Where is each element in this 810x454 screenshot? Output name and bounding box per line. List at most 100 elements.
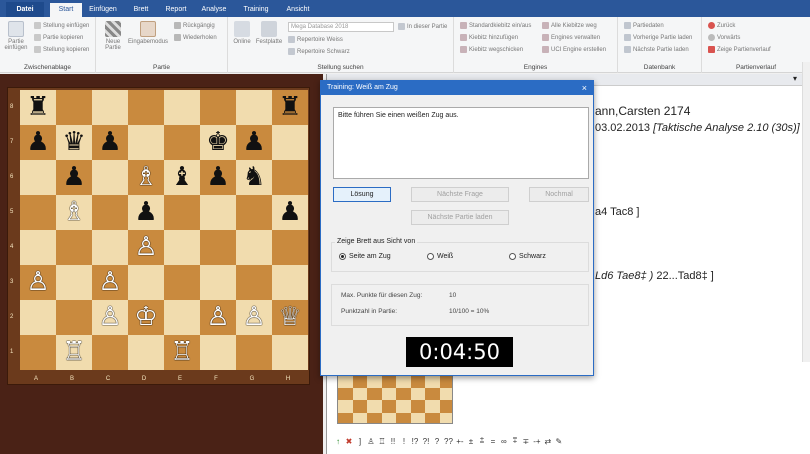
annotation-symbol-button[interactable]: ⩲: [478, 436, 486, 446]
nochmal-button[interactable]: Nochmal: [529, 187, 589, 202]
piece-black-c7[interactable]: ♟: [92, 125, 128, 160]
piece-white-g2[interactable]: ♙: [236, 300, 272, 335]
square-c4[interactable]: [92, 230, 128, 265]
square-f1[interactable]: [200, 335, 236, 370]
piece-black-b6[interactable]: ♟: [56, 160, 92, 195]
square-h3[interactable]: [272, 265, 308, 300]
piece-black-a7[interactable]: ♟: [20, 125, 56, 160]
loesung-button[interactable]: Lösung: [333, 187, 391, 202]
annotation-symbol-button[interactable]: ♖: [378, 437, 386, 446]
square-b3[interactable]: [56, 265, 92, 300]
piece-black-g7[interactable]: ♟: [236, 125, 272, 160]
rueckgaengig-button[interactable]: Rückgängig: [174, 22, 215, 29]
square-f4[interactable]: [200, 230, 236, 265]
annotation-symbol-button[interactable]: -+: [533, 437, 541, 446]
piece-white-e1[interactable]: ♖: [164, 335, 200, 370]
piece-black-f7[interactable]: ♚: [200, 125, 236, 160]
piece-black-f6[interactable]: ♟: [200, 160, 236, 195]
square-h4[interactable]: [272, 230, 308, 265]
annotation-symbol-button[interactable]: !?: [411, 437, 419, 446]
annotation-symbol-button[interactable]: !!: [389, 437, 397, 446]
radio-seite-am-zug[interactable]: Seite am Zug: [339, 253, 391, 260]
piece-white-c2[interactable]: ♙: [92, 300, 128, 335]
annotation-symbol-button[interactable]: ⩱: [511, 436, 519, 446]
annotation-symbol-button[interactable]: !: [400, 437, 408, 446]
piece-black-h5[interactable]: ♟: [272, 195, 308, 230]
pin-icon[interactable]: ▾: [793, 74, 797, 83]
piece-black-b7[interactable]: ♛: [56, 125, 92, 160]
piece-white-f2[interactable]: ♙: [200, 300, 236, 335]
square-e8[interactable]: [164, 90, 200, 125]
piece-white-b1[interactable]: ♖: [56, 335, 92, 370]
annotation-symbol-button[interactable]: ↑: [334, 437, 342, 446]
eingabemodus-button[interactable]: Eingabemodus: [128, 21, 168, 45]
annotation-symbol-button[interactable]: ⇄: [544, 437, 552, 446]
partiedaten-button[interactable]: Partiedaten: [624, 22, 664, 29]
radio-weiss[interactable]: Weiß: [427, 253, 453, 260]
repertoire-schwarz-button[interactable]: Repertoire Schwarz: [288, 48, 350, 55]
annotation-symbol-button[interactable]: ?!: [422, 437, 430, 446]
kiebitz-wegschicken-button[interactable]: Kiebitz wegschicken: [460, 46, 523, 53]
kiebitz-hinzufuegen-button[interactable]: Kiebitz hinzufügen: [460, 34, 518, 41]
notation-variation-line[interactable]: Ld6 Tae8‡ ) 22...Tad8‡ ]: [595, 270, 714, 282]
annotation-symbol-button[interactable]: ??: [444, 437, 453, 446]
square-d7[interactable]: [128, 125, 164, 160]
tab-start[interactable]: Start: [50, 3, 82, 17]
alle-kiebitze-weg-button[interactable]: Alle Kiebitze weg: [542, 22, 597, 29]
piece-white-a3[interactable]: ♙: [20, 265, 56, 300]
piece-white-h2[interactable]: ♕: [272, 300, 308, 335]
naechste-partie-button[interactable]: Nächste Partie laden: [624, 46, 689, 53]
square-g1[interactable]: [236, 335, 272, 370]
annotation-symbol-button[interactable]: ✖: [345, 437, 353, 446]
square-g3[interactable]: [236, 265, 272, 300]
annotation-symbol-button[interactable]: ]: [356, 437, 364, 446]
in-dieser-partie-button[interactable]: In dieser Partie: [398, 23, 447, 30]
naechste-frage-button[interactable]: Nächste Frage: [411, 187, 509, 202]
piece-black-g6[interactable]: ♞: [236, 160, 272, 195]
annotation-symbol-button[interactable]: ∞: [500, 437, 508, 446]
partie-einfuegen-button[interactable]: Partie einfügen: [2, 21, 30, 51]
annotation-symbol-button[interactable]: =: [489, 437, 497, 446]
square-a2[interactable]: [20, 300, 56, 335]
square-e3[interactable]: [164, 265, 200, 300]
wiederholen-button[interactable]: Wiederholen: [174, 34, 217, 41]
uci-engine-erstellen-button[interactable]: UCI Engine erstellen: [542, 46, 606, 53]
annotation-symbol-button[interactable]: ✎: [555, 437, 563, 446]
square-g4[interactable]: [236, 230, 272, 265]
square-c1[interactable]: [92, 335, 128, 370]
zeige-partienverlauf-button[interactable]: Zeige Partienverlauf: [708, 46, 771, 53]
naechste-partie-laden-button[interactable]: Nächste Partie laden: [411, 210, 509, 225]
piece-white-d4[interactable]: ♙: [128, 230, 164, 265]
stellung-kopieren-button[interactable]: Stellung kopieren: [34, 46, 89, 53]
piece-black-e6[interactable]: ♝: [164, 160, 200, 195]
notation-moves-line[interactable]: a4 Tac8 ]: [595, 206, 639, 218]
piece-black-h8[interactable]: ♜: [272, 90, 308, 125]
tab-ansicht[interactable]: Ansicht: [280, 3, 316, 17]
square-d8[interactable]: [128, 90, 164, 125]
square-a5[interactable]: [20, 195, 56, 230]
mini-board[interactable]: [337, 374, 453, 424]
square-c5[interactable]: [92, 195, 128, 230]
annotation-symbol-button[interactable]: ±: [467, 437, 475, 446]
square-h1[interactable]: [272, 335, 308, 370]
radio-schwarz[interactable]: Schwarz: [509, 253, 546, 260]
tab-datei[interactable]: Datei: [6, 2, 44, 17]
square-e7[interactable]: [164, 125, 200, 160]
vorwaerts-button[interactable]: Vorwärts: [708, 34, 740, 41]
partie-kopieren-button[interactable]: Partie kopieren: [34, 34, 83, 41]
piece-white-d6[interactable]: ♗: [128, 160, 164, 195]
square-a6[interactable]: [20, 160, 56, 195]
square-f8[interactable]: [200, 90, 236, 125]
square-e5[interactable]: [164, 195, 200, 230]
vorherige-partie-button[interactable]: Vorherige Partie laden: [624, 34, 692, 41]
annotation-symbol-button[interactable]: ?: [433, 437, 441, 446]
tab-einfuegen[interactable]: Einfügen: [84, 3, 122, 17]
square-f5[interactable]: [200, 195, 236, 230]
repertoire-weiss-button[interactable]: Repertoire Weiss: [288, 36, 343, 43]
square-d1[interactable]: [128, 335, 164, 370]
square-d3[interactable]: [128, 265, 164, 300]
square-g5[interactable]: [236, 195, 272, 230]
piece-black-a8[interactable]: ♜: [20, 90, 56, 125]
stellung-einfuegen-button[interactable]: Stellung einfügen: [34, 22, 89, 29]
database-select[interactable]: Mega Database 2018: [288, 22, 394, 32]
